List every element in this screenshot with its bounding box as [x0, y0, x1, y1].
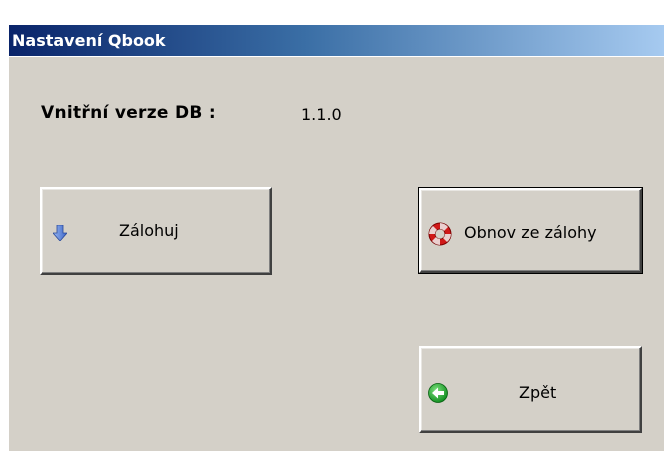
title-bar[interactable]: Nastavení Qbook [9, 25, 664, 57]
backup-button-label: Zálohuj [119, 221, 179, 240]
settings-window: Nastavení Qbook Vnitřní verze DB : 1.1.0… [8, 24, 664, 451]
restore-button[interactable]: Obnov ze zálohy [418, 187, 643, 274]
back-button[interactable]: Zpět [419, 346, 642, 433]
backup-button[interactable]: Zálohuj [40, 187, 272, 275]
db-version-value: 1.1.0 [301, 105, 342, 124]
back-arrow-icon [428, 383, 448, 407]
lifebuoy-icon [428, 222, 452, 250]
arrow-down-icon [52, 224, 68, 245]
restore-button-label: Obnov ze zálohy [464, 223, 597, 242]
db-version-label: Vnitřní verze DB : [41, 103, 216, 123]
back-button-label: Zpět [519, 383, 557, 402]
window-title: Nastavení Qbook [12, 31, 166, 50]
